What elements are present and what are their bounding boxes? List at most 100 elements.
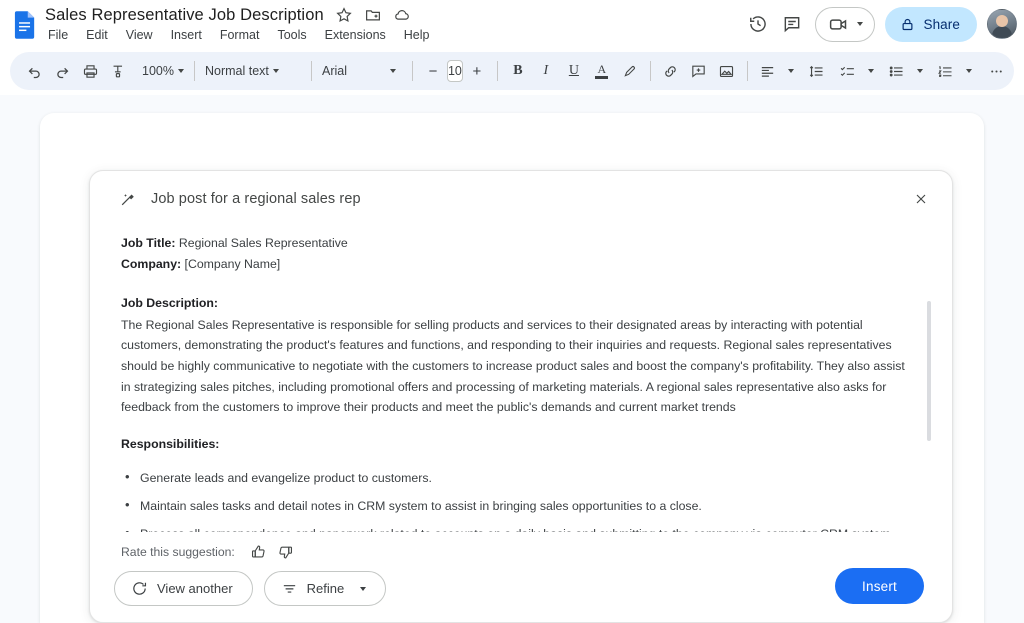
bulleted-list-icon[interactable]: [883, 57, 911, 85]
job-title-line: Job Title: Regional Sales Representative: [121, 233, 912, 254]
zoom-value: 100%: [142, 64, 174, 78]
font-family-value: Arial: [321, 64, 347, 78]
increase-font-size-button[interactable]: +: [463, 57, 491, 85]
undo-icon[interactable]: [20, 57, 48, 85]
responsibilities-heading: Responsibilities:: [121, 434, 912, 455]
text-color-button[interactable]: A: [588, 57, 616, 85]
underline-button[interactable]: U: [560, 57, 588, 85]
menu-help[interactable]: Help: [402, 27, 432, 43]
checklist-chevron-down-icon[interactable]: [862, 57, 880, 85]
spellcheck-icon[interactable]: [104, 57, 132, 85]
bulleted-list-chevron-down-icon[interactable]: [911, 57, 929, 85]
tune-icon: [283, 585, 295, 593]
line-spacing-icon[interactable]: [803, 57, 831, 85]
bold-button[interactable]: B: [504, 57, 532, 85]
link-icon[interactable]: [657, 57, 685, 85]
add-comment-icon[interactable]: [685, 57, 713, 85]
job-description-body: The Regional Sales Representative is res…: [121, 317, 905, 415]
responsibilities-list: Generate leads and evangelize product to…: [121, 467, 912, 532]
list-item: Generate leads and evangelize product to…: [121, 467, 912, 488]
decrease-font-size-button[interactable]: −: [419, 57, 447, 85]
magic-wand-icon: [121, 193, 134, 205]
numbered-list-chevron-down-icon[interactable]: [960, 57, 978, 85]
suggestion-fields: Job Title: Regional Sales Representative…: [121, 233, 912, 274]
menu-extensions[interactable]: Extensions: [323, 27, 388, 43]
insert-label: Insert: [862, 578, 897, 594]
menu-view[interactable]: View: [124, 27, 155, 43]
insert-button[interactable]: Insert: [835, 568, 924, 604]
comment-icon[interactable]: [775, 7, 809, 41]
text-color-swatch: [595, 76, 609, 80]
spelling-grammar-icon[interactable]: [1017, 57, 1024, 85]
redo-icon[interactable]: [48, 57, 76, 85]
thumb-up-icon[interactable]: [246, 539, 272, 565]
scrollbar-thumb[interactable]: [927, 301, 931, 441]
app-top-bar: Sales Representative Job Description Fil…: [0, 0, 1024, 48]
underline-icon: U: [568, 63, 579, 78]
list-item: Maintain sales tasks and detail notes in…: [121, 495, 912, 516]
paragraph-style-value: Normal text: [204, 64, 269, 78]
suggestion-scrollbar[interactable]: [927, 301, 931, 516]
thumb-down-icon[interactable]: [272, 539, 298, 565]
more-options-icon[interactable]: [983, 57, 1011, 85]
toolbar-divider: [310, 61, 312, 81]
refine-button[interactable]: Refine: [263, 571, 387, 606]
responsibilities-heading-text: Responsibilities:: [121, 436, 220, 451]
menu-insert[interactable]: Insert: [169, 27, 204, 43]
view-another-button[interactable]: View another: [114, 571, 253, 606]
suggestion-body: Job Title: Regional Sales Representative…: [90, 227, 952, 532]
menu-edit[interactable]: Edit: [84, 27, 110, 43]
cloud-saved-icon[interactable]: [393, 6, 411, 24]
italic-button[interactable]: I: [532, 57, 560, 85]
checklist-icon[interactable]: [834, 57, 862, 85]
page-title[interactable]: Sales Representative Job Description: [45, 6, 324, 25]
list-item: Process all correspondence and paperwork…: [121, 523, 912, 532]
suggestion-action-buttons: View another Refine: [114, 571, 387, 606]
avatar[interactable]: [987, 9, 1017, 39]
menu-tools[interactable]: Tools: [275, 27, 308, 43]
menu-file[interactable]: File: [46, 27, 70, 43]
toolbar-divider: [193, 61, 195, 81]
font-family-chevron-down-icon[interactable]: [384, 57, 402, 85]
suggestion-card-header: Job post for a regional sales rep: [90, 171, 952, 227]
numbered-list-icon[interactable]: [932, 57, 960, 85]
view-another-label: View another: [157, 581, 233, 596]
share-button[interactable]: Share: [885, 6, 977, 42]
version-history-icon[interactable]: [741, 7, 775, 41]
meet-button[interactable]: [815, 6, 876, 42]
zoom-selector[interactable]: 100%: [138, 58, 188, 84]
move-to-folder-icon[interactable]: [364, 6, 382, 24]
video-camera-icon: [830, 18, 847, 30]
plus-icon: +: [472, 62, 482, 80]
job-description-heading: Job Description:: [121, 293, 912, 314]
job-title-label: Job Title:: [121, 236, 176, 250]
print-icon[interactable]: [76, 57, 104, 85]
rate-label: Rate this suggestion:: [121, 545, 235, 559]
refresh-icon: [133, 582, 147, 595]
job-description-section: Job Description: The Regional Sales Repr…: [121, 293, 912, 418]
align-chevron-down-icon[interactable]: [782, 57, 800, 85]
highlight-pen-icon[interactable]: [616, 57, 644, 85]
paragraph-style-selector[interactable]: Normal text: [201, 58, 305, 84]
menu-format[interactable]: Format: [218, 27, 262, 43]
align-left-icon[interactable]: [754, 57, 782, 85]
rate-suggestion-row: Rate this suggestion:: [121, 539, 298, 565]
refine-label: Refine: [306, 581, 345, 596]
company-label: Company:: [121, 256, 182, 271]
insert-image-icon[interactable]: [713, 57, 741, 85]
star-icon[interactable]: [335, 6, 353, 24]
company-line: Company: [Company Name]: [121, 254, 912, 275]
minus-icon: −: [428, 62, 438, 80]
font-family-selector[interactable]: Arial: [318, 58, 384, 84]
responsibilities-section: Responsibilities: Generate leads and eva…: [121, 434, 912, 532]
company-value: [Company Name]: [181, 256, 281, 271]
chevron-down-icon: [272, 69, 279, 73]
job-description-heading-text: Job Description:: [121, 296, 219, 311]
text-color-icon: A: [597, 61, 607, 76]
close-icon[interactable]: [907, 185, 935, 213]
toolbar-divider: [496, 61, 498, 81]
font-size-input[interactable]: 10: [446, 60, 463, 82]
toolbar-divider: [649, 61, 651, 81]
